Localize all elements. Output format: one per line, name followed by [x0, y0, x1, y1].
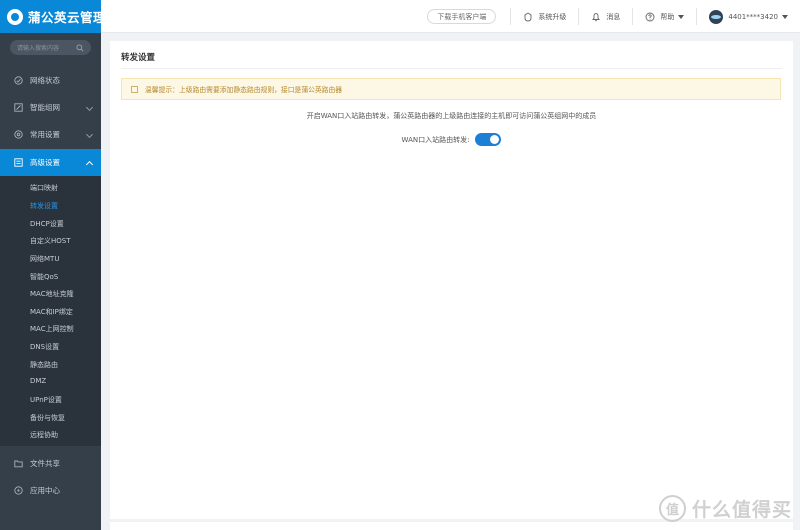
upgrade-icon: [524, 11, 532, 21]
sidebar: 请输入搜索内容 网络状态 智能组网 常用设置 高级设置 端口映射 转发设置 DH…: [0, 33, 101, 530]
submenu-item-dmz[interactable]: DMZ: [30, 377, 46, 385]
main-panel: 转发设置 温馨提示：上级路由需要添加静态路由规则，接口是蒲公英路由器 开启WAN…: [110, 41, 793, 519]
chevron-down-icon: [85, 103, 94, 112]
sidebar-item-label: 智能组网: [30, 103, 60, 112]
submenu-item-port-mapping[interactable]: 端口映射: [30, 183, 58, 193]
file-share-icon: [14, 460, 23, 468]
logo-icon: [7, 8, 23, 25]
sidebar-item-common-settings[interactable]: 常用设置: [0, 121, 101, 148]
wan-forwarding-toggle[interactable]: [475, 133, 502, 146]
sidebar-search[interactable]: 请输入搜索内容: [10, 40, 91, 55]
top-bar: 蒲公英云管理 下载手机客户端 系统升级 消息 帮助 4401****3420: [0, 0, 800, 33]
page-title: 转发设置: [121, 53, 156, 63]
account-menu[interactable]: 4401****3420: [697, 9, 800, 24]
sidebar-item-network-status[interactable]: 网络状态: [0, 67, 101, 94]
submenu-item-remote-assist[interactable]: 远程协助: [30, 430, 58, 440]
sidebar-item-label: 常用设置: [30, 130, 60, 139]
search-input[interactable]: 请输入搜索内容: [17, 43, 76, 52]
smart-network-icon: [14, 103, 23, 112]
submenu-item-mac-access-control[interactable]: MAC上网控制: [30, 324, 74, 334]
tip-text: 温馨提示：上级路由需要添加静态路由规则，接口是蒲公英路由器: [145, 86, 343, 94]
chevron-down-icon: [85, 130, 94, 139]
divider: [121, 68, 782, 69]
wan-forwarding-label: WAN口入站路由转发:: [401, 135, 470, 144]
account-label: 4401****3420: [728, 12, 778, 21]
avatar: [709, 9, 724, 24]
sidebar-item-file-share[interactable]: 文件共享: [0, 450, 101, 477]
caret-down-icon: [782, 14, 788, 19]
submenu-item-static-route[interactable]: 静态路由: [30, 360, 58, 370]
sidebar-item-app-center[interactable]: 应用中心: [0, 477, 101, 504]
system-upgrade-label: 系统升级: [538, 12, 567, 21]
submenu-item-mac-ip-binding[interactable]: MAC和IP绑定: [30, 307, 73, 317]
messages-label: 消息: [606, 12, 621, 21]
submenu-item-custom-host[interactable]: 自定义HOST: [30, 236, 71, 246]
download-client-button[interactable]: 下载手机客户端: [427, 9, 497, 24]
caret-down-icon: [678, 14, 685, 19]
network-status-icon: [14, 76, 23, 85]
submenu-item-backup-restore[interactable]: 备份与恢复: [30, 413, 65, 423]
sidebar-item-label: 高级设置: [30, 158, 60, 167]
tip-icon: [131, 85, 138, 93]
top-actions: 下载手机客户端 系统升级 消息 帮助 4401****3420: [427, 0, 800, 33]
app-title: 蒲公英云管理: [28, 10, 107, 25]
sidebar-item-label: 应用中心: [30, 486, 60, 495]
watermark-seal: 值: [658, 495, 686, 522]
sidebar-item-label: 文件共享: [30, 459, 60, 468]
sidebar-item-advanced-settings[interactable]: 高级设置: [0, 149, 101, 176]
forwarding-description: 开启WAN口入站路由转发，蒲公英路由器的上级路由连接的主机即可访问蒲公英组网中的…: [306, 112, 597, 120]
help-icon: [645, 12, 655, 21]
chevron-up-icon: [85, 160, 94, 169]
watermark: 值 什么值得买: [658, 495, 792, 522]
submenu-item-dhcp[interactable]: DHCP设置: [30, 219, 64, 229]
advanced-settings-submenu: 端口映射 转发设置 DHCP设置 自定义HOST 网络MTU 智能QoS MAC…: [0, 176, 101, 446]
wan-forwarding-row: WAN口入站路由转发:: [110, 133, 793, 146]
submenu-item-mac-clone[interactable]: MAC地址克隆: [30, 289, 74, 299]
help-label: 帮助: [660, 12, 675, 21]
sidebar-item-smart-network[interactable]: 智能组网: [0, 94, 101, 121]
bell-icon: [592, 12, 601, 21]
submenu-item-network-mtu[interactable]: 网络MTU: [30, 254, 59, 264]
toggle-knob: [490, 135, 500, 144]
main-panel-footer: [110, 522, 793, 530]
settings-icon: [14, 130, 23, 139]
search-icon: [76, 43, 84, 52]
messages-button[interactable]: 消息: [579, 12, 632, 22]
submenu-item-forwarding[interactable]: 转发设置: [30, 201, 58, 211]
sidebar-item-label: 网络状态: [30, 76, 60, 85]
advanced-settings-icon: [14, 158, 23, 167]
watermark-text: 什么值得买: [691, 499, 792, 521]
app-center-icon: [14, 486, 23, 495]
system-upgrade-button[interactable]: 系统升级: [511, 11, 578, 22]
submenu-item-smart-qos[interactable]: 智能QoS: [30, 272, 58, 282]
app-logo[interactable]: 蒲公英云管理: [0, 0, 106, 33]
submenu-item-dns[interactable]: DNS设置: [30, 342, 59, 352]
tip-banner: 温馨提示：上级路由需要添加静态路由规则，接口是蒲公英路由器: [121, 78, 781, 100]
submenu-item-upnp[interactable]: UPnP设置: [30, 395, 62, 405]
help-menu[interactable]: 帮助: [633, 12, 696, 22]
